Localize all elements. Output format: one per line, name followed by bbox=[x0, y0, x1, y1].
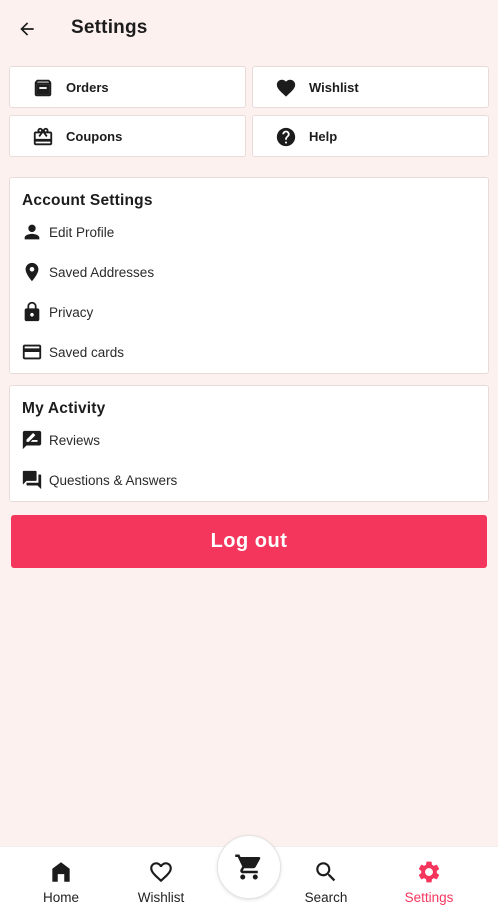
saved-addresses-label: Saved Addresses bbox=[49, 265, 155, 280]
nav-home-label: Home bbox=[42, 890, 79, 905]
help-label: Help bbox=[309, 129, 338, 144]
wishlist-button[interactable]: Wishlist bbox=[252, 66, 489, 108]
nav-settings[interactable]: Settings bbox=[389, 847, 469, 915]
help-circle-icon bbox=[276, 127, 296, 147]
back-button[interactable] bbox=[14, 16, 40, 42]
gear-icon bbox=[418, 861, 440, 883]
logout-button[interactable]: Log out bbox=[11, 515, 487, 568]
heart-outline-icon bbox=[150, 862, 172, 883]
saved-addresses-item[interactable]: Saved Addresses bbox=[10, 256, 488, 290]
account-settings-card: Account Settings Edit Profile Saved Addr… bbox=[9, 177, 489, 374]
person-icon bbox=[24, 224, 40, 240]
app-header: Settings bbox=[0, 0, 498, 56]
orders-button[interactable]: Orders bbox=[9, 66, 246, 108]
rate-review-icon bbox=[22, 430, 42, 450]
my-activity-title: My Activity bbox=[22, 400, 106, 417]
credit-card-icon bbox=[22, 344, 42, 360]
heart-icon bbox=[276, 79, 296, 97]
questions-answers-item[interactable]: Questions & Answers bbox=[10, 464, 488, 498]
home-icon bbox=[52, 862, 70, 882]
cart-icon bbox=[235, 854, 261, 880]
forum-icon bbox=[22, 470, 42, 490]
location-pin-icon bbox=[25, 262, 39, 282]
search-icon bbox=[316, 862, 336, 882]
archive-icon bbox=[34, 79, 52, 97]
cart-button[interactable] bbox=[217, 835, 281, 899]
privacy-item[interactable]: Privacy bbox=[10, 296, 488, 330]
edit-profile-label: Edit Profile bbox=[49, 225, 115, 240]
coupons-button[interactable]: Coupons bbox=[9, 115, 246, 157]
nav-wishlist-label: Wishlist bbox=[137, 890, 185, 905]
privacy-label: Privacy bbox=[49, 305, 94, 320]
arrow-back-icon bbox=[20, 22, 34, 36]
reviews-label: Reviews bbox=[49, 433, 101, 448]
nav-search[interactable]: Search bbox=[286, 847, 366, 915]
account-settings-title: Account Settings bbox=[22, 192, 153, 209]
lock-icon bbox=[24, 301, 40, 322]
saved-cards-label: Saved cards bbox=[49, 345, 125, 360]
page-title: Settings bbox=[71, 17, 148, 38]
coupons-label: Coupons bbox=[66, 129, 123, 144]
my-activity-card: My Activity Reviews Questions & Answers bbox=[9, 385, 489, 502]
questions-answers-label: Questions & Answers bbox=[49, 473, 178, 488]
saved-cards-item[interactable]: Saved cards bbox=[10, 336, 488, 370]
orders-label: Orders bbox=[66, 80, 109, 95]
wishlist-label: Wishlist bbox=[309, 80, 359, 95]
help-button[interactable]: Help bbox=[252, 115, 489, 157]
nav-wishlist[interactable]: Wishlist bbox=[121, 847, 201, 915]
nav-settings-label: Settings bbox=[404, 890, 454, 905]
nav-search-label: Search bbox=[304, 890, 348, 905]
edit-profile-item[interactable]: Edit Profile bbox=[10, 216, 488, 250]
nav-home[interactable]: Home bbox=[21, 847, 101, 915]
gift-card-icon bbox=[33, 127, 53, 146]
reviews-item[interactable]: Reviews bbox=[10, 424, 488, 458]
